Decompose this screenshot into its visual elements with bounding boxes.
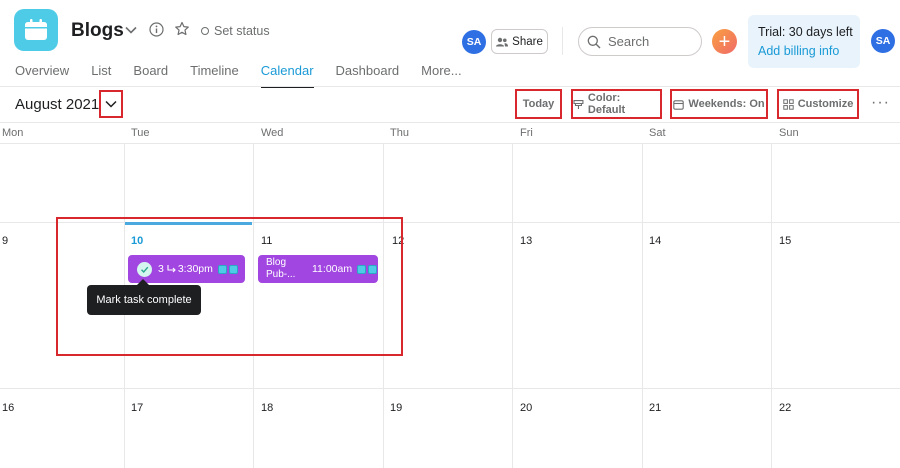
search-placeholder: Search [608,34,650,49]
day-number: 16 [2,402,15,414]
user-avatar[interactable]: SA [871,29,895,53]
people-icon [496,37,509,46]
member-avatar[interactable]: SA [462,30,486,54]
weekday-thu: Thu [390,127,409,139]
tab-timeline[interactable]: Timeline [190,63,239,86]
day-number: 11 [261,235,273,247]
day-number: 17 [131,402,144,414]
paint-bucket-icon [573,99,584,109]
nav-divider [0,86,900,87]
set-status-button[interactable]: Set status [201,24,270,38]
today-button[interactable]: Today [515,89,562,119]
header-divider [562,27,563,55]
tab-dashboard[interactable]: Dashboard [336,63,400,86]
grid-column-line [642,143,643,468]
trial-text: Trial: 30 days left [758,25,853,39]
set-status-label: Set status [214,24,270,38]
tab-list[interactable]: List [91,63,111,86]
day-number: 13 [520,235,533,247]
task-time: 11:00am [312,263,353,275]
day-number: 19 [390,402,403,414]
subtask-icon [167,265,176,273]
tab-board[interactable]: Board [133,63,168,86]
weekends-button[interactable]: Weekends: On [670,89,768,119]
project-title[interactable]: Blogs [71,20,124,42]
day-number: 12 [392,235,405,247]
weekday-sun: Sun [779,127,799,139]
info-icon[interactable] [149,22,164,37]
add-billing-link[interactable]: Add billing info [758,44,860,58]
star-icon[interactable] [174,21,190,37]
mark-complete-tooltip: Mark task complete [87,279,201,315]
customize-label: Customize [797,98,854,110]
today-indicator [125,222,252,225]
grid-row-line [0,388,900,389]
project-color-square [357,264,367,274]
day-number: 20 [520,402,533,414]
weekends-label: Weekends: On [688,98,765,110]
day-number: 14 [649,235,662,247]
mark-complete-checkbox[interactable] [137,261,152,277]
day-number: 9 [2,235,9,247]
calendar-icon [673,99,685,110]
status-dot-icon [201,27,209,35]
trial-banner: Trial: 30 days left Add billing info [748,15,860,68]
tab-calendar[interactable]: Calendar [260,63,314,88]
month-picker-button[interactable] [99,90,123,118]
chevron-down-icon [105,100,117,108]
more-options-icon[interactable]: ··· [871,95,890,111]
customize-grid-icon [782,98,794,110]
weekday-divider [0,143,900,144]
task-name: Blog Pub-... [266,257,296,280]
day-number-today: 10 [131,235,144,247]
day-number: 18 [261,402,274,414]
grid-column-line [253,143,254,468]
grid-column-line [383,143,384,468]
weekday-fri: Fri [520,127,533,139]
day-number: 15 [779,235,792,247]
share-label: Share [512,35,543,48]
weekday-wed: Wed [261,127,284,139]
tab-overview[interactable]: Overview [15,63,69,86]
day-number: 22 [779,402,792,414]
project-nav-tabs: Overview List Board Timeline Calendar Da… [15,63,484,88]
tab-more[interactable]: More... [421,63,461,86]
checkmark-icon [141,266,149,273]
project-calendar-icon[interactable] [14,9,58,51]
weekday-sat: Sat [649,127,666,139]
chevron-down-icon[interactable] [124,23,138,37]
today-label: Today [522,98,555,110]
grid-column-line [771,143,772,468]
day-number: 21 [649,402,662,414]
share-button[interactable]: Share [491,29,548,54]
search-icon [587,35,601,48]
project-color-square [217,264,227,274]
project-color-square [228,264,238,274]
color-label: Color: Default [587,92,626,116]
task-chip[interactable]: Blog Pub-... 11:00am [258,255,378,283]
task-name: 3 [158,263,164,275]
weekday-tue: Tue [131,127,150,139]
weekday-mon: Mon [2,127,24,139]
project-color-square [368,264,378,274]
grid-column-line [512,143,513,468]
task-time: 3:30pm [177,263,213,275]
month-label: August 2021 [15,96,100,113]
quick-add-button[interactable]: + [712,29,737,54]
color-button[interactable]: Color: Default [571,89,662,119]
customize-button[interactable]: Customize [777,89,859,119]
toolbar-divider [0,122,900,123]
search-input[interactable]: Search [578,27,702,56]
